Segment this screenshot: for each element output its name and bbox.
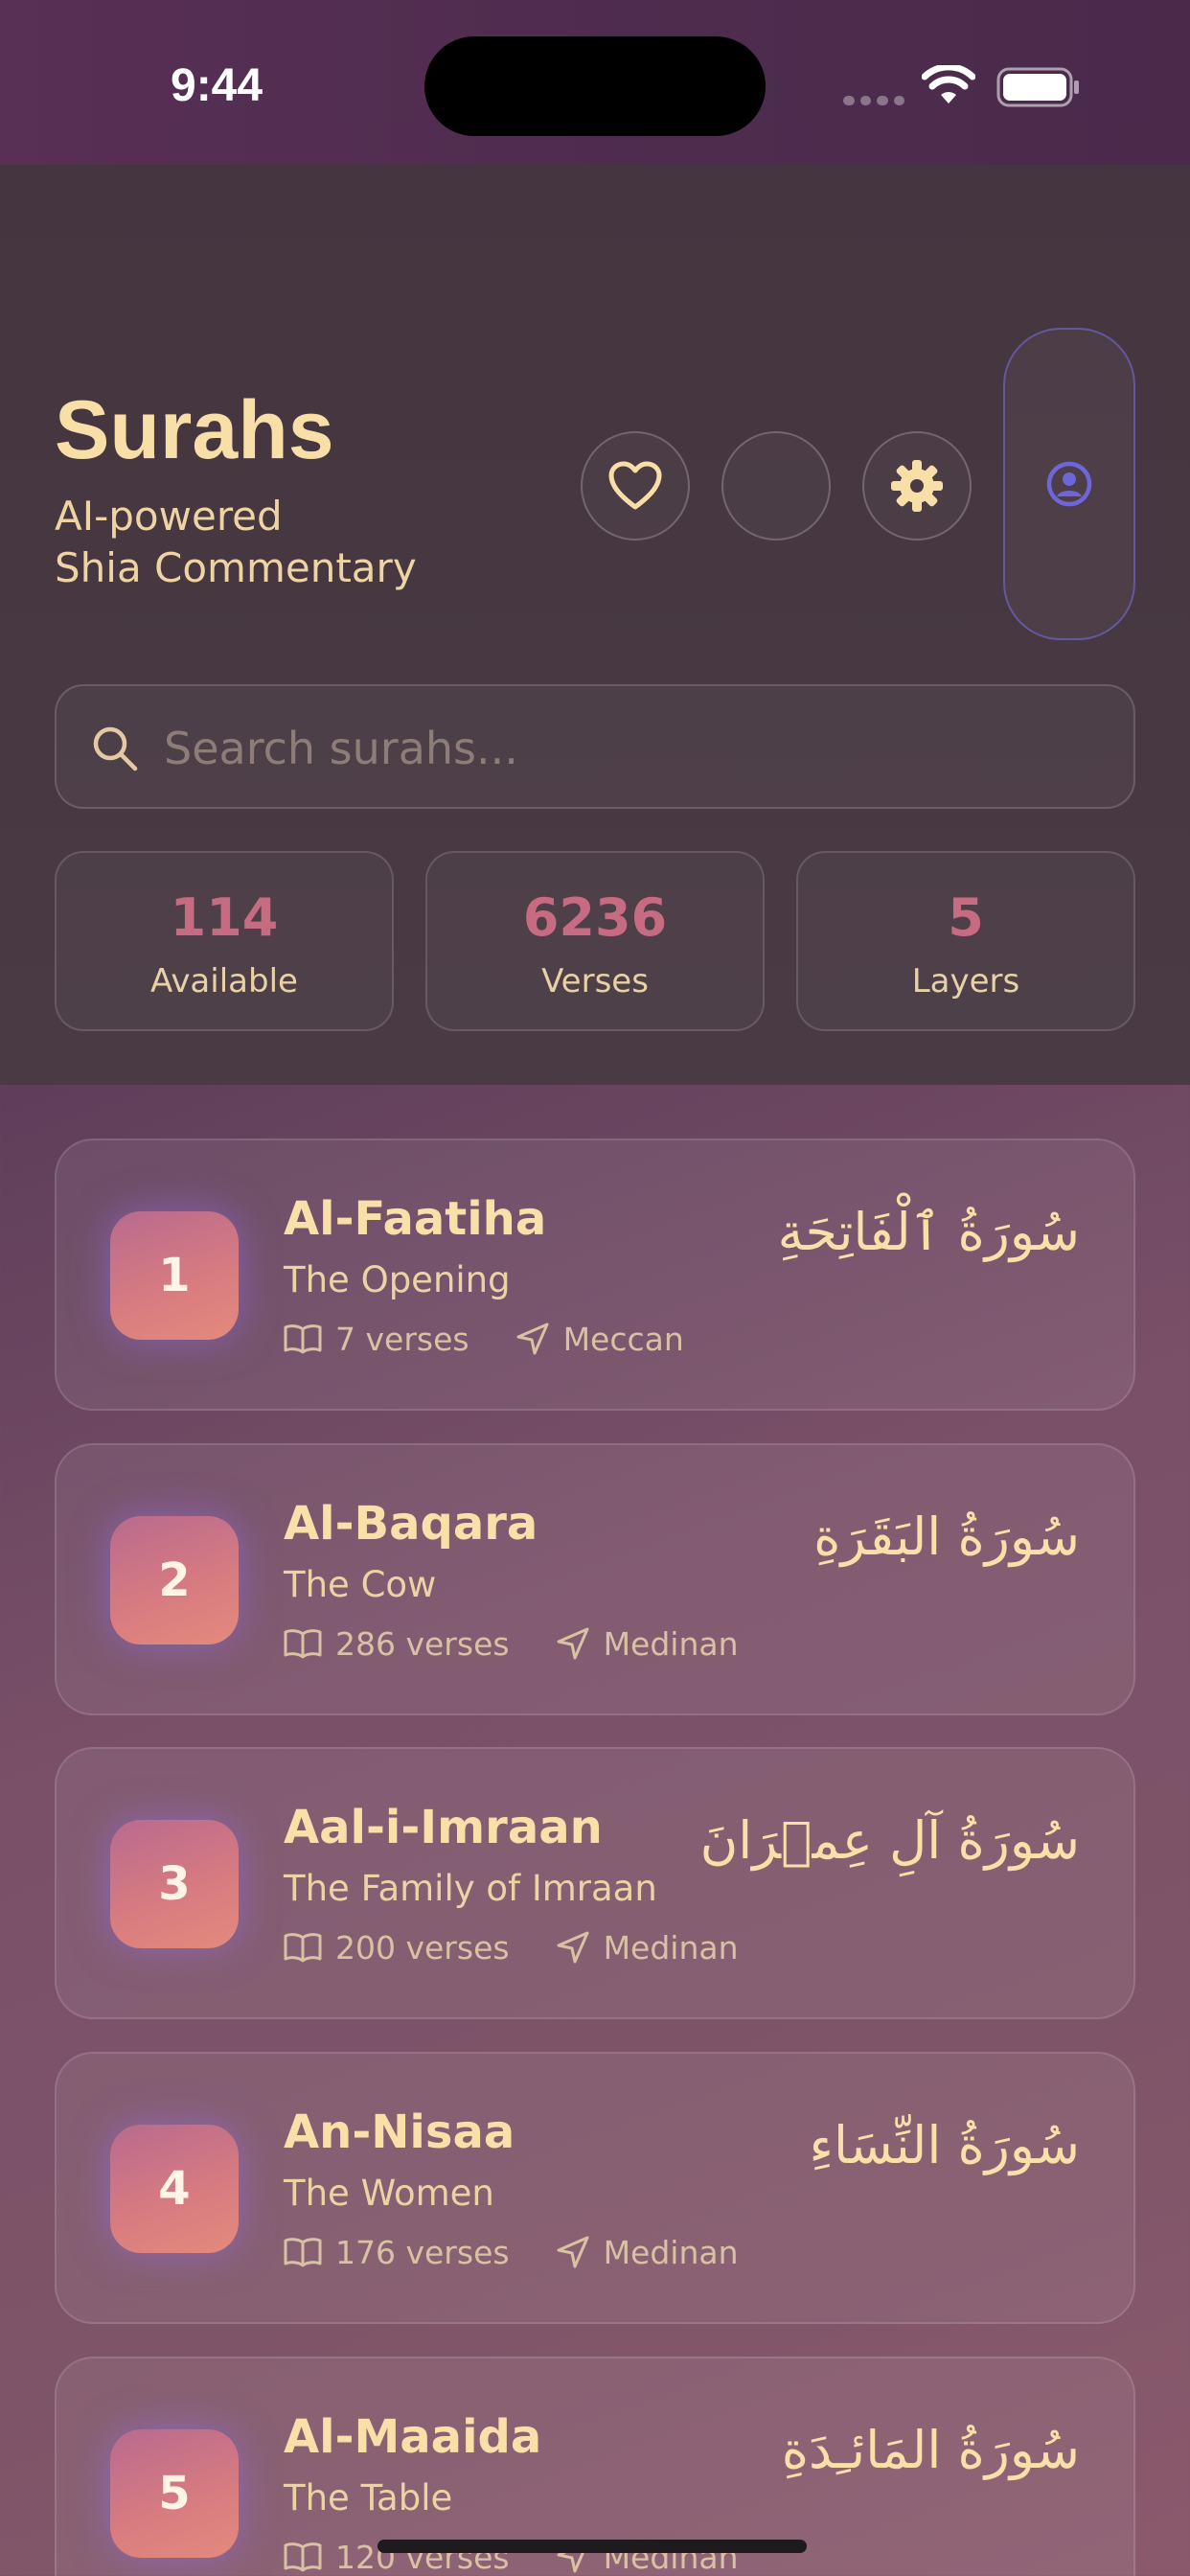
surah-card[interactable]: 2 Al-Baqara The Cow 286 verses Medinan س… [55,1443,1135,1715]
subtitle-line-1: AI-powered [55,493,283,540]
verse-count: 200 verses [335,1928,510,1966]
surah-meaning: The Women [284,2173,494,2214]
search-icon [93,726,138,771]
empty-action-button[interactable] [721,431,831,540]
surah-meta: 7 verses Meccan [284,1318,684,1360]
location-arrow-icon [557,2236,589,2268]
status-bar: 9:44 [0,0,1190,165]
surah-number-badge: 2 [110,1516,239,1644]
profile-button[interactable] [1003,328,1135,640]
stat-value: 114 [170,887,279,948]
book-icon [284,1933,322,1963]
status-time: 9:44 [171,60,263,111]
surah-number-badge: 4 [110,2125,239,2253]
verse-count: 7 verses [335,1320,469,1358]
verse-count: 286 verses [335,1624,510,1663]
settings-button[interactable] [862,431,972,540]
surah-meaning: The Table [284,2477,453,2518]
arabic-name: سُورَةُ المَائـِدَةِ [781,2420,1080,2480]
revelation-place: Medinan [603,2233,739,2271]
battery-icon [996,67,1079,107]
surah-meta: 286 verses Medinan [284,1622,739,1665]
stat-card-available: 114 Available [55,851,394,1031]
page-title: Surahs [55,384,334,476]
location-arrow-icon [557,1931,589,1964]
subtitle-line-2: Shia Commentary [55,544,417,591]
surah-meaning: The Opening [284,1259,511,1300]
surah-name: Al-Baqara [284,1497,538,1551]
arabic-name: سُورَةُ آلِ عِمۡرَانَ [699,1810,1080,1871]
surah-meaning: The Family of Imraan [284,1868,657,1909]
stat-card-layers: 5 Layers [796,851,1135,1031]
stat-value: 6236 [522,887,668,948]
book-icon [284,2238,322,2267]
surah-meaning: The Cow [284,1564,437,1605]
stat-label: Layers [911,962,1020,1000]
search-input[interactable] [164,715,1103,782]
location-arrow-icon [557,1627,589,1660]
wifi-icon [922,65,975,104]
favorites-button[interactable] [581,431,690,540]
stat-card-verses: 6236 Verses [425,851,765,1031]
arabic-name: سُورَةُ ٱلْفَاتِحَةِ [777,1202,1080,1262]
location-arrow-icon [516,1322,549,1355]
arabic-name: سُورَةُ البَقَرَةِ [813,1506,1080,1567]
arabic-name: سُورَةُ النِّسَاءِ [809,2115,1080,2175]
search-box[interactable] [55,684,1135,809]
surah-name: Al-Faatiha [284,1192,547,1246]
heart-icon [608,461,662,510]
stat-label: Available [150,962,298,1000]
surah-meta: 200 verses Medinan [284,1926,739,1968]
surah-number-badge: 1 [110,1211,239,1340]
user-circle-icon [1046,461,1092,507]
revelation-place: Medinan [603,1624,739,1663]
home-indicator[interactable] [378,2540,807,2553]
cellular-signal-icon [843,96,904,105]
revelation-place: Medinan [603,1928,739,1966]
surah-card[interactable]: 1 Al-Faatiha The Opening 7 verses Meccan… [55,1138,1135,1411]
surah-card[interactable]: 3 Aal-i-Imraan The Family of Imraan 200 … [55,1747,1135,2019]
surah-name: Al-Maaida [284,2410,542,2464]
book-icon [284,1324,322,1354]
surah-name: Aal-i-Imraan [284,1801,603,1854]
stat-value: 5 [948,887,984,948]
stat-label: Verses [541,962,649,1000]
dynamic-island [424,36,766,136]
surah-number-badge: 5 [110,2429,239,2558]
gear-icon [891,460,943,512]
book-icon [284,2542,322,2572]
surah-card[interactable]: 4 An-Nisaa The Women 176 verses Medinan … [55,2052,1135,2324]
surah-meta: 176 verses Medinan [284,2231,739,2273]
verse-count: 176 verses [335,2233,510,2271]
surah-name: An-Nisaa [284,2105,515,2159]
revelation-place: Meccan [562,1320,684,1358]
surah-number-badge: 3 [110,1820,239,1948]
book-icon [284,1629,322,1659]
